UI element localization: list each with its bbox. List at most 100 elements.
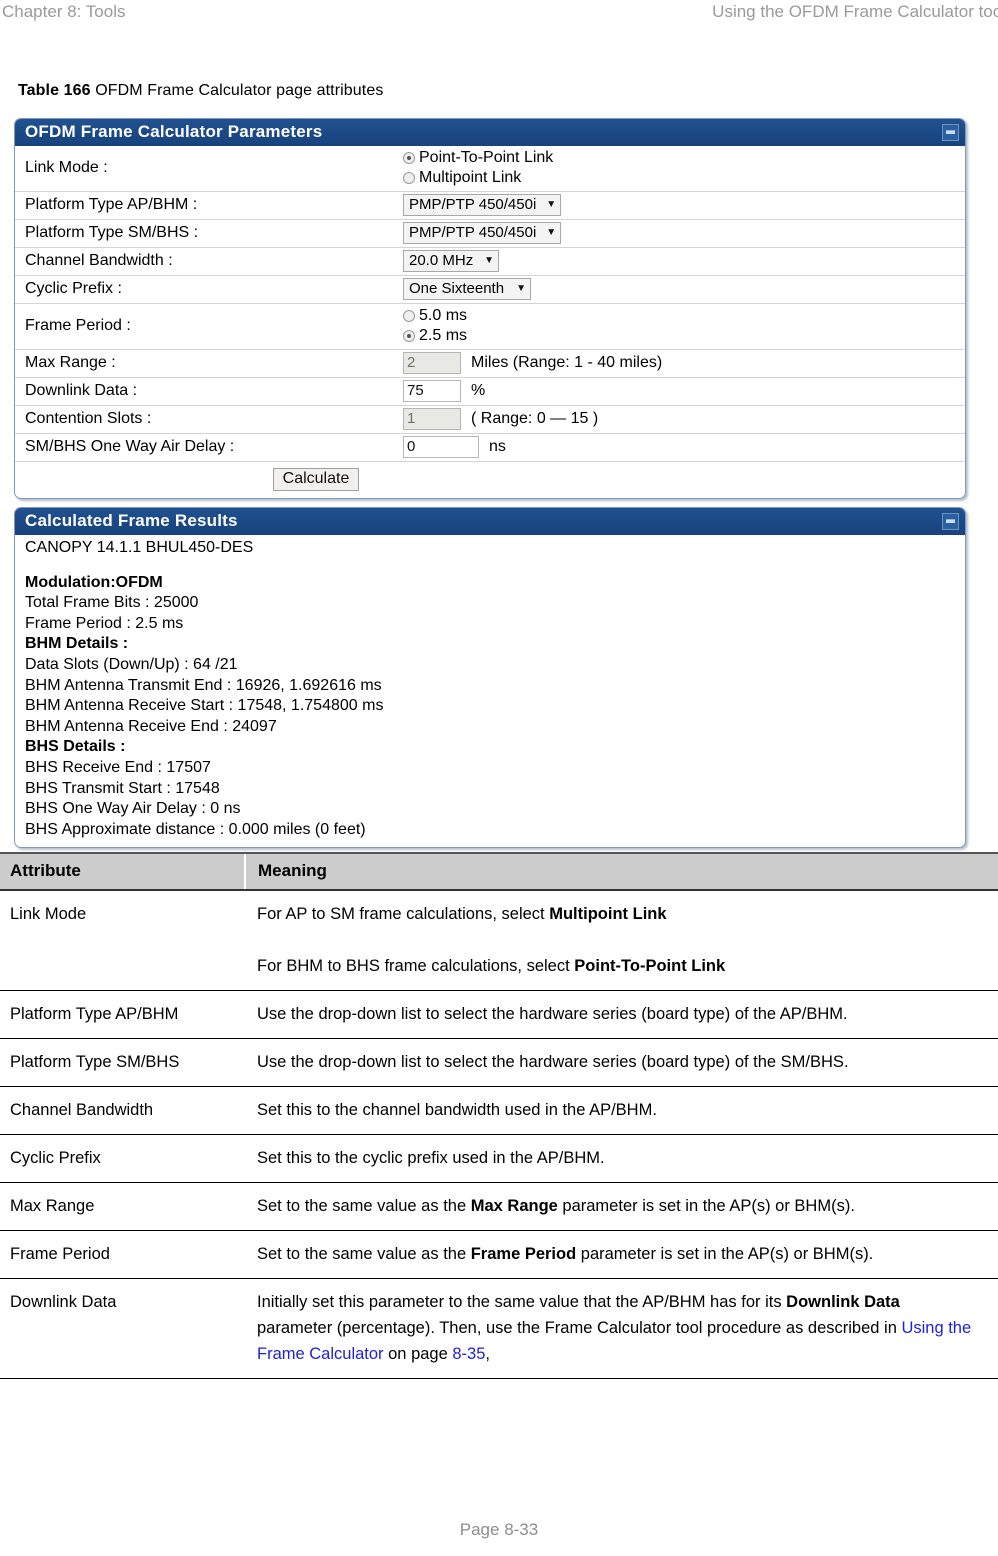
unit-sm-bhs-one-way-air-delay: ns	[489, 438, 506, 455]
param-control-frame-period: 5.0 ms 2.5 ms	[401, 304, 965, 350]
param-control-max-range: 2 Miles (Range: 1 - 40 miles)	[401, 350, 965, 378]
param-label-contention-slots: Contention Slots :	[25, 410, 152, 427]
select-value-platform-type-ap-bhm: PMP/PTP 450/450i	[409, 196, 537, 213]
parameters-panel-titlebar: OFDM Frame Calculator Parameters	[15, 119, 965, 146]
result-line: Modulation:OFDM	[25, 573, 163, 591]
header-chapter: Chapter 8: Tools	[2, 2, 126, 21]
param-control-link-mode: Point-To-Point Link Multipoint Link	[401, 146, 965, 192]
input-max-range[interactable]: 2	[403, 352, 461, 374]
select-platform-type-ap-bhm[interactable]: PMP/PTP 450/450i ▼	[403, 194, 561, 216]
select-platform-type-sm-bhs[interactable]: PMP/PTP 450/450i ▼	[403, 222, 561, 244]
table-row: Link Mode For AP to SM frame calculation…	[0, 890, 998, 991]
result-line: BHM Details :	[25, 635, 129, 653]
param-row-sm-bhs-one-way-air-delay: SM/BHS One Way Air Delay : 0 ns	[15, 434, 965, 462]
attribute-meaning: Use the drop-down list to select the har…	[245, 990, 998, 1039]
select-cyclic-prefix[interactable]: One Sixteenth ▼	[403, 278, 531, 300]
param-label-downlink-data: Downlink Data :	[25, 382, 138, 399]
radio-icon-multipoint[interactable]	[403, 172, 415, 184]
result-line: Total Frame Bits : 25000	[25, 594, 199, 612]
param-label-platform-type-sm-bhs: Platform Type SM/BHS :	[25, 224, 199, 241]
param-row-platform-type-sm-bhs: Platform Type SM/BHS : PMP/PTP 450/450i …	[15, 220, 965, 248]
table-row: Channel Bandwidth Set this to the channe…	[0, 1086, 998, 1135]
attribute-name: Downlink Data	[0, 1278, 245, 1379]
table-row: Platform Type SM/BHS Use the drop-down l…	[0, 1038, 998, 1087]
table-row: Downlink Data Initially set this paramet…	[0, 1278, 998, 1379]
attribute-name: Link Mode	[0, 890, 245, 991]
column-header-attribute: Attribute	[0, 852, 245, 891]
table-number: Table 166	[18, 82, 91, 99]
input-downlink-data[interactable]: 75	[403, 380, 461, 402]
calculate-button[interactable]: Calculate	[272, 468, 360, 491]
param-row-contention-slots: Contention Slots : 1 ( Range: 0 — 15 )	[15, 406, 965, 434]
table-row: Cyclic Prefix Set this to the cyclic pre…	[0, 1134, 998, 1183]
select-value-cyclic-prefix: One Sixteenth	[409, 280, 505, 297]
running-header: Chapter 8: Tools Using the OFDM Frame Ca…	[0, 0, 998, 30]
param-label-cyclic-prefix: Cyclic Prefix :	[25, 280, 122, 297]
attributes-table: Attribute Meaning Link Mode For AP to SM…	[0, 852, 998, 1379]
attribute-meaning: Set this to the channel bandwidth used i…	[245, 1086, 998, 1135]
input-sm-bhs-one-way-air-delay[interactable]: 0	[403, 436, 479, 458]
minimize-icon[interactable]	[942, 123, 959, 141]
param-label-frame-period: Frame Period :	[25, 317, 131, 334]
ofdm-frame-calculator-parameters-panel: OFDM Frame Calculator Parameters Link Mo…	[14, 118, 966, 499]
table-row: Frame Period Set to the same value as th…	[0, 1230, 998, 1279]
column-header-meaning: Meaning	[244, 852, 998, 891]
attribute-meaning: Use the drop-down list to select the har…	[245, 1038, 998, 1087]
calculate-cell: Calculate	[15, 462, 965, 499]
input-contention-slots[interactable]: 1	[403, 408, 461, 430]
param-row-platform-type-ap-bhm: Platform Type AP/BHM : PMP/PTP 450/450i …	[15, 192, 965, 220]
param-row-channel-bandwidth: Channel Bandwidth : 20.0 MHz ▼	[15, 248, 965, 276]
radio-icon-frame-period-5ms[interactable]	[403, 310, 415, 322]
header-section: Using the OFDM Frame Calculator tool	[712, 2, 998, 21]
select-value-platform-type-sm-bhs: PMP/PTP 450/450i	[409, 224, 537, 241]
unit-downlink-data: %	[471, 382, 486, 399]
param-row-link-mode: Link Mode : Point-To-Point Link Multipoi…	[15, 146, 965, 192]
radio-icon-frame-period-2p5ms[interactable]	[403, 330, 415, 342]
param-control-platform-type-ap-bhm: PMP/PTP 450/450i ▼	[401, 192, 965, 220]
parameters-form: Link Mode : Point-To-Point Link Multipoi…	[15, 146, 965, 498]
result-line: BHS Details :	[25, 738, 126, 756]
attribute-meaning: Initially set this parameter to the same…	[245, 1278, 998, 1379]
param-control-downlink-data: 75%	[401, 378, 965, 406]
result-line: Data Slots (Down/Up) : 64 /21	[25, 655, 238, 673]
param-row-calculate: Calculate	[15, 462, 965, 499]
unit-max-range: Miles (Range: 1 - 40 miles)	[471, 354, 663, 371]
page-number: Page 8-33	[459, 1520, 539, 1539]
radio-label-multipoint: Multipoint Link	[419, 169, 522, 186]
table-caption-text: OFDM Frame Calculator page attributes	[90, 82, 384, 99]
chevron-down-icon: ▼	[546, 227, 557, 238]
radio-label-frame-period-2p5ms: 2.5 ms	[419, 327, 468, 344]
attribute-meaning: Set to the same value as the Max Range p…	[245, 1182, 998, 1231]
radio-option-point-to-point[interactable]: Point-To-Point Link	[403, 148, 965, 168]
attribute-meaning: Set to the same value as the Frame Perio…	[245, 1230, 998, 1279]
radio-option-frame-period-5ms[interactable]: 5.0 ms	[403, 306, 965, 326]
param-row-frame-period: Frame Period : 5.0 ms 2.5 ms	[15, 304, 965, 350]
result-line: BHM Antenna Receive Start : 17548, 1.754…	[25, 697, 384, 715]
table-caption: Table 166 OFDM Frame Calculator page att…	[18, 82, 383, 100]
radio-icon-point-to-point[interactable]	[403, 152, 415, 164]
result-line: BHM Antenna Receive End : 24097	[25, 717, 277, 735]
result-line: BHS One Way Air Delay : 0 ns	[25, 800, 241, 818]
param-row-cyclic-prefix: Cyclic Prefix : One Sixteenth ▼	[15, 276, 965, 304]
minimize-icon[interactable]	[942, 512, 959, 530]
table-header-row: Attribute Meaning	[0, 852, 998, 891]
table-row: Max Range Set to the same value as the M…	[0, 1182, 998, 1231]
param-label-channel-bandwidth: Channel Bandwidth :	[25, 252, 173, 269]
attribute-name: Cyclic Prefix	[0, 1134, 245, 1183]
chevron-down-icon: ▼	[516, 283, 526, 294]
param-row-downlink-data: Downlink Data : 75%	[15, 378, 965, 406]
result-line: BHS Approximate distance : 0.000 miles (…	[25, 820, 366, 838]
param-label-platform-type-ap-bhm: Platform Type AP/BHM :	[25, 196, 198, 213]
attribute-name: Frame Period	[0, 1230, 245, 1279]
table-row: Platform Type AP/BHM Use the drop-down l…	[0, 990, 998, 1039]
page-footer: Page 8-33	[0, 1520, 998, 1540]
ofdm-frame-calculator-figure: OFDM Frame Calculator Parameters Link Mo…	[14, 118, 966, 856]
radio-option-multipoint[interactable]: Multipoint Link	[403, 168, 965, 188]
param-label-max-range: Max Range :	[25, 354, 116, 371]
radio-option-frame-period-2p5ms[interactable]: 2.5 ms	[403, 326, 965, 346]
select-channel-bandwidth[interactable]: 20.0 MHz ▼	[403, 250, 499, 272]
attribute-name: Channel Bandwidth	[0, 1086, 245, 1135]
result-line: BHS Transmit Start : 17548	[25, 779, 220, 797]
result-line: Frame Period : 2.5 ms	[25, 614, 184, 632]
param-control-contention-slots: 1 ( Range: 0 — 15 )	[401, 406, 965, 434]
